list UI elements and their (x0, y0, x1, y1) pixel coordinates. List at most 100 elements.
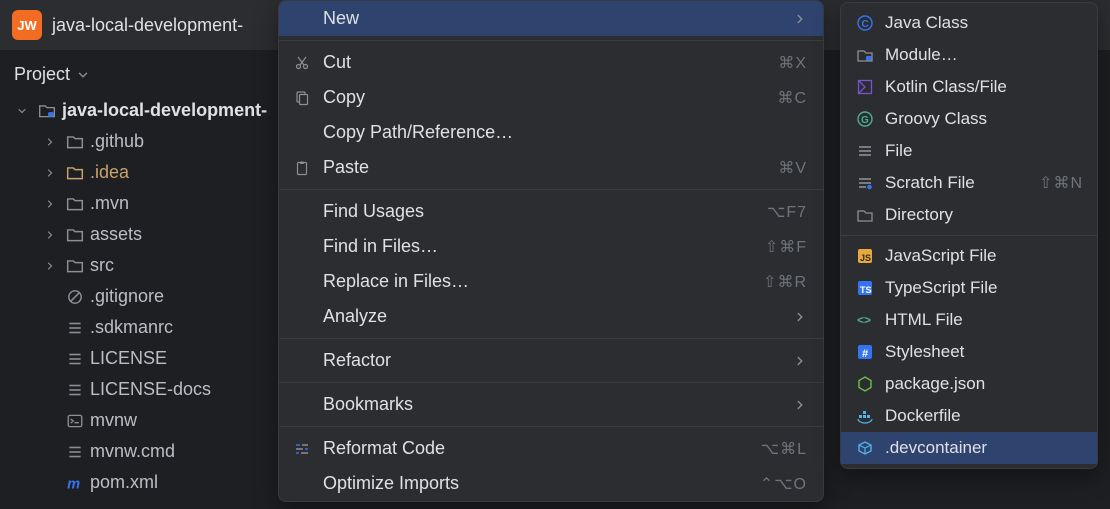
menu-separator (279, 189, 823, 190)
directory-icon (855, 206, 875, 224)
svg-text:C: C (862, 19, 869, 30)
chevron-right-icon (44, 136, 60, 148)
menu-item-label: Java Class (885, 13, 968, 33)
ts-icon: TS (855, 279, 875, 297)
menu-shortcut: ⌘C (777, 88, 807, 108)
menu-item-label: Groovy Class (885, 109, 987, 129)
file-icon (66, 350, 84, 368)
css-icon: # (855, 343, 875, 361)
chevron-right-icon (44, 229, 60, 241)
menu-shortcut: ⇧⌘F (765, 237, 807, 257)
module-icon (855, 46, 875, 64)
file-icon (66, 257, 84, 275)
svg-text:G: G (861, 115, 869, 126)
tree-item-label: .mvn (90, 193, 129, 214)
file-icon (66, 195, 84, 213)
new-submenu: C Java Class Module… Kotlin Class/File G Groo… (840, 2, 1098, 469)
menu-item-label: New (323, 8, 359, 29)
tree-item-label: LICENSE (90, 348, 167, 369)
node-icon (855, 375, 875, 393)
svg-text:m: m (67, 476, 80, 491)
menu-item-optimize-imports[interactable]: Optimize Imports ⌃⌥O (279, 466, 823, 501)
paste-icon (293, 160, 311, 176)
new-item-dockerfile[interactable]: Dockerfile (841, 400, 1097, 432)
file-icon (66, 226, 84, 244)
tree-item-label: .idea (90, 162, 129, 183)
menu-item-label: Copy (323, 87, 365, 108)
copy-icon (293, 90, 311, 106)
svg-text:<>: <> (857, 313, 871, 327)
menu-item-label: Find in Files… (323, 236, 438, 257)
new-item-typescript-file[interactable]: TS TypeScript File (841, 272, 1097, 304)
menu-item-label: .devcontainer (885, 438, 987, 458)
new-item-javascript-file[interactable]: JSJavaScript File (841, 240, 1097, 272)
new-item-file[interactable]: File (841, 135, 1097, 167)
tree-item-label: mvnw.cmd (90, 441, 175, 462)
html-icon: <> (855, 311, 875, 329)
chevron-right-icon (793, 398, 807, 412)
menu-shortcut: ⇧⌘N (1039, 173, 1083, 193)
menu-item-label: Cut (323, 52, 351, 73)
chevron-down-icon (76, 68, 90, 82)
file-icon (66, 288, 84, 306)
menu-item-label: package.json (885, 374, 985, 394)
menu-item-label: TypeScript File (885, 278, 997, 298)
menu-item-copy-path-reference[interactable]: Copy Path/Reference… (279, 115, 823, 150)
menu-item-label: Kotlin Class/File (885, 77, 1007, 97)
new-item-html-file[interactable]: <>HTML File (841, 304, 1097, 336)
menu-shortcut: ⇧⌘R (763, 272, 807, 292)
menu-item-analyze[interactable]: Analyze (279, 299, 823, 334)
menu-item-cut[interactable]: Cut ⌘X (279, 45, 823, 80)
file-icon (66, 164, 84, 182)
menu-item-label: Copy Path/Reference… (323, 122, 513, 143)
tree-item-label: .gitignore (90, 286, 164, 307)
menu-item-reformat-code[interactable]: Reformat Code⌥⌘L (279, 431, 823, 466)
menu-shortcut: ⌘V (778, 158, 807, 178)
groovy-icon: G (855, 110, 875, 128)
project-panel-title: Project (14, 64, 70, 85)
chevron-right-icon (793, 12, 807, 26)
chevron-right-icon (44, 198, 60, 210)
new-item-module[interactable]: Module… (841, 39, 1097, 71)
java-class-icon: C (855, 14, 875, 32)
menu-item-find-in-files[interactable]: Find in Files… ⇧⌘F (279, 229, 823, 264)
menu-item-label: Find Usages (323, 201, 424, 222)
menu-item-label: Replace in Files… (323, 271, 469, 292)
menu-item-label: Dockerfile (885, 406, 961, 426)
tree-item-label: src (90, 255, 114, 276)
menu-item-label: Optimize Imports (323, 473, 459, 494)
menu-item-new[interactable]: New (279, 1, 823, 36)
new-item-java-class[interactable]: C Java Class (841, 7, 1097, 39)
menu-item-bookmarks[interactable]: Bookmarks (279, 387, 823, 422)
menu-item-find-usages[interactable]: Find Usages ⌥F7 (279, 194, 823, 229)
menu-item-copy[interactable]: Copy ⌘C (279, 80, 823, 115)
menu-shortcut: ⌃⌥O (760, 474, 807, 494)
new-item-stylesheet[interactable]: #Stylesheet (841, 336, 1097, 368)
new-item-scratch-file[interactable]: Scratch File⇧⌘N (841, 167, 1097, 199)
menu-item-replace-in-files[interactable]: Replace in Files… ⇧⌘R (279, 264, 823, 299)
menu-item-label: Bookmarks (323, 394, 413, 415)
js-icon: JS (855, 247, 875, 265)
new-item-groovy-class[interactable]: G Groovy Class (841, 103, 1097, 135)
menu-separator (841, 235, 1097, 236)
menu-shortcut: ⌘X (778, 53, 807, 73)
menu-item-paste[interactable]: Paste⌘V (279, 150, 823, 185)
project-badge: JW (12, 10, 42, 40)
menu-shortcut: ⌥F7 (767, 202, 807, 222)
tree-item-label: LICENSE-docs (90, 379, 211, 400)
menu-item-label: Refactor (323, 350, 391, 371)
menu-separator (279, 382, 823, 383)
new-item-package-json[interactable]: package.json (841, 368, 1097, 400)
docker-icon (855, 407, 875, 425)
new-item-kotlin-class-file[interactable]: Kotlin Class/File (841, 71, 1097, 103)
svg-text:#: # (862, 348, 868, 360)
tree-item-label: .github (90, 131, 144, 152)
new-item-devcontainer[interactable]: .devcontainer (841, 432, 1097, 464)
project-title: java-local-development- (52, 15, 243, 36)
menu-shortcut: ⌥⌘L (761, 439, 807, 459)
menu-item-refactor[interactable]: Refactor (279, 343, 823, 378)
chevron-right-icon (44, 260, 60, 272)
new-item-directory[interactable]: Directory (841, 199, 1097, 231)
context-menu: New Cut ⌘X Copy ⌘C Copy Path/Reference… Paste⌘… (278, 0, 824, 502)
module-folder-icon (38, 102, 56, 120)
